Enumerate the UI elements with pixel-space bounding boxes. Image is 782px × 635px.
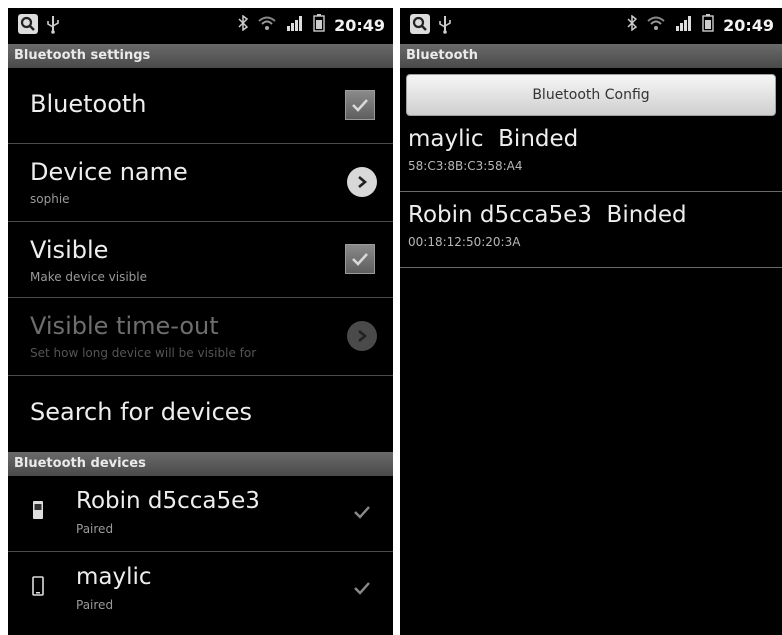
- search-icon[interactable]: [18, 14, 38, 38]
- bluetooth-app-screen: 20:49 Bluetooth Bluetooth Config maylic …: [400, 8, 782, 635]
- phone-icon: [32, 500, 44, 524]
- chevron-right-icon: [347, 167, 377, 197]
- phone-icon: [32, 576, 44, 600]
- device-status: Paired: [76, 598, 114, 612]
- bound-device-item[interactable]: Robin d5cca5e3 Binded 00:18:12:50:20:3A: [400, 192, 782, 268]
- pref-title: Visible time-out: [30, 312, 219, 340]
- bound-device-mac: 00:18:12:50:20:3A: [408, 235, 521, 249]
- section-header-devices: Bluetooth devices: [8, 452, 393, 476]
- wifi-icon: [257, 15, 277, 35]
- chevron-right-icon: [347, 321, 377, 351]
- pref-title: Visible: [30, 236, 109, 264]
- bound-device-name: Robin d5cca5e3 Binded: [408, 202, 687, 228]
- bluetooth-toggle[interactable]: Bluetooth: [8, 68, 393, 144]
- status-bar: 20:49: [400, 8, 782, 44]
- search-icon[interactable]: [410, 14, 430, 38]
- clock: 20:49: [334, 15, 385, 35]
- pref-title: Search for devices: [30, 398, 253, 426]
- check-icon: [353, 504, 371, 523]
- clock: 20:49: [723, 15, 774, 35]
- bound-device-mac: 58:C3:8B:C3:58:A4: [408, 159, 523, 173]
- bluetooth-icon: [238, 14, 249, 35]
- device-status: Paired: [76, 522, 114, 536]
- signal-icon: [286, 15, 304, 35]
- pref-summary: sophie: [30, 192, 70, 206]
- battery-icon: [313, 14, 325, 36]
- bound-device-name: maylic Binded: [408, 126, 579, 152]
- pref-summary: Set how long device will be visible for: [30, 346, 257, 360]
- wifi-icon: [646, 15, 666, 35]
- bluetooth-icon: [627, 14, 638, 35]
- device-name: Robin d5cca5e3: [76, 488, 260, 514]
- status-bar: 20:49: [8, 8, 393, 44]
- check-icon: [353, 580, 371, 599]
- bluetooth-checkbox[interactable]: [345, 90, 375, 120]
- check-icon: [352, 253, 368, 266]
- pref-summary: Make device visible: [30, 270, 148, 284]
- bluetooth-settings-screen: 20:49 Bluetooth settings Bluetooth Devic…: [8, 8, 393, 635]
- pref-title: Device name: [30, 158, 188, 186]
- check-icon: [352, 99, 368, 112]
- signal-icon: [675, 15, 693, 35]
- visible-checkbox[interactable]: [345, 244, 375, 274]
- battery-icon: [702, 14, 714, 36]
- page-title: Bluetooth settings: [8, 44, 393, 68]
- page-title: Bluetooth: [400, 44, 782, 68]
- device-item[interactable]: Robin d5cca5e3 Paired: [8, 476, 393, 552]
- device-name: maylic: [76, 564, 152, 590]
- search-devices-button[interactable]: Search for devices: [8, 376, 393, 452]
- usb-icon: [438, 14, 452, 38]
- pref-title: Bluetooth: [30, 90, 147, 118]
- device-item[interactable]: maylic Paired: [8, 552, 393, 627]
- device-name-setting[interactable]: Device name sophie: [8, 144, 393, 222]
- visible-timeout-setting: Visible time-out Set how long device wil…: [8, 298, 393, 376]
- usb-icon: [46, 14, 60, 38]
- visible-toggle[interactable]: Visible Make device visible: [8, 222, 393, 298]
- bluetooth-config-button[interactable]: Bluetooth Config: [406, 74, 776, 116]
- bound-device-item[interactable]: maylic Binded 58:C3:8B:C3:58:A4: [400, 116, 782, 192]
